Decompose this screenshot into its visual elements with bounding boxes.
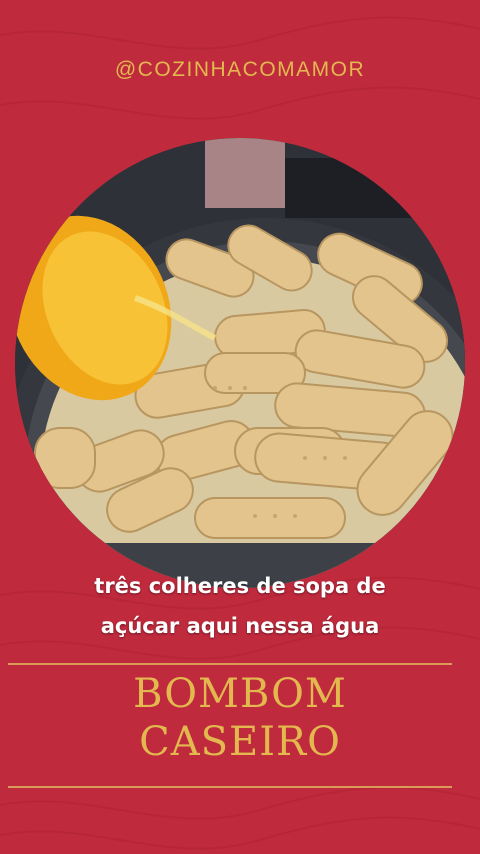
caption-line-1: três colheres de sopa de xyxy=(94,574,386,598)
caption-line-2: açúcar aqui nessa água xyxy=(100,614,380,638)
account-handle: @COZINHACOMAMOR xyxy=(114,58,366,81)
divider-bottom xyxy=(8,786,452,788)
divider-top xyxy=(8,663,452,665)
title-line-1: BOMBOM xyxy=(133,671,347,717)
photo-illustration xyxy=(15,138,465,588)
title-line-2: CASEIRO xyxy=(139,719,341,765)
recipe-photo xyxy=(15,138,465,588)
